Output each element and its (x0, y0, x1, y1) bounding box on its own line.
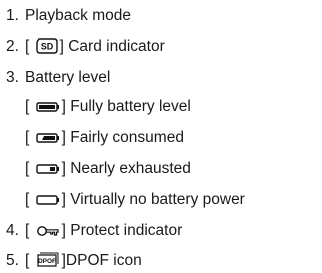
list-item-2: 2. [ SD ] Card indicator (6, 38, 165, 56)
dpof-icon-label: DPOF (38, 258, 56, 265)
battery-text: ] Nearly exhausted (61, 160, 191, 177)
item-number: 2. (6, 38, 19, 55)
battery-empty-icon (35, 193, 60, 207)
list-item-4: 4. [ ] Protect indicator (6, 222, 182, 240)
protect-key-icon (36, 224, 60, 238)
item-text: ] Protect indicator (61, 222, 183, 239)
dpof-icon: DPOF (36, 252, 60, 268)
battery-item-low: [ ] Nearly exhausted (25, 160, 191, 178)
item-text: ] Card indicator (59, 38, 165, 55)
battery-full-icon (35, 100, 60, 114)
sd-card-icon-label: SD (40, 41, 53, 51)
battery-item-empty: [ ] Virtually no battery power (25, 191, 245, 209)
item-number: 5. (6, 252, 19, 269)
bracket-open: [ (25, 222, 30, 239)
item-text: Playback mode (25, 7, 131, 24)
list-item-5: 5. [ DPOF ]DPOF icon (6, 252, 142, 270)
list-item-1: 1. Playback mode (6, 7, 131, 25)
manual-page: { "items": [ { "num": "1.", "text": "Pla… (0, 0, 322, 273)
item-number: 3. (6, 69, 19, 86)
sd-card-icon: SD (35, 38, 58, 54)
battery-low-icon (35, 162, 60, 176)
item-number: 4. (6, 222, 19, 239)
bracket-open: [ (25, 98, 30, 115)
bracket-open: [ (25, 191, 30, 208)
battery-fair-icon (35, 131, 60, 145)
battery-item-fair: [ ] Fairly consumed (25, 129, 184, 147)
item-text: ]DPOF icon (61, 252, 142, 269)
bracket-open: [ (25, 129, 30, 146)
battery-item-full: [ ] Fully battery level (25, 98, 191, 116)
bracket-open: [ (25, 252, 30, 269)
list-item-3: 3. Battery level (6, 69, 110, 87)
battery-text: ] Fairly consumed (61, 129, 184, 146)
bracket-open: [ (25, 38, 30, 55)
item-number: 1. (6, 7, 19, 24)
battery-text: ] Fully battery level (61, 98, 191, 115)
bracket-open: [ (25, 160, 30, 177)
battery-text: ] Virtually no battery power (61, 191, 245, 208)
item-text: Battery level (25, 69, 111, 86)
